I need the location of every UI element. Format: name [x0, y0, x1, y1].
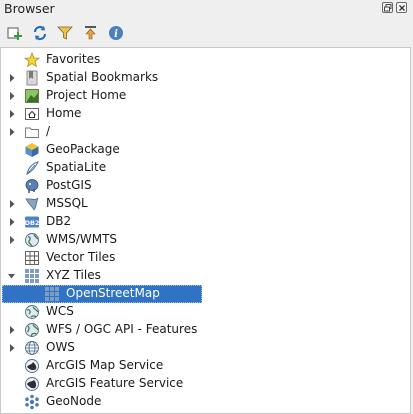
tree-item-label: Project Home [46, 88, 127, 102]
tree-item-label: Vector Tiles [46, 250, 116, 264]
tree-item-label: ArcGIS Map Service [46, 358, 164, 372]
arcgis-feature-icon [25, 377, 39, 391]
tree-item[interactable]: MSSQL [1, 195, 410, 213]
tree-item-label: Favorites [46, 52, 101, 66]
tree-item[interactable]: WFS / OGC API - Features [1, 321, 410, 339]
mssql-icon [25, 197, 39, 211]
float-panel-button[interactable] [382, 2, 393, 13]
expand-arrow-right-icon[interactable] [7, 325, 16, 335]
wfs-globe-icon [25, 323, 39, 337]
tree-item-label: WCS [46, 304, 74, 318]
tree-item[interactable]: PostGIS [1, 177, 410, 195]
collapse-all-icon [85, 26, 96, 40]
wcs-globe-icon [25, 305, 39, 319]
tree-item-label: MSSQL [46, 196, 88, 210]
tree-item[interactable]: Favorites [1, 51, 410, 69]
tree-item-label: WFS / OGC API - Features [46, 322, 198, 336]
ows-globe-icon [25, 341, 39, 355]
tree-item-label: GeoNode [46, 394, 102, 408]
tree-item-label: Spatial Bookmarks [46, 70, 159, 84]
tree-item-label: SpatiaLite [46, 160, 107, 174]
xyz-tiles-icon [25, 269, 39, 283]
tree-item[interactable]: GeoPackage [1, 141, 410, 159]
tree-item-label: / [46, 124, 51, 138]
tile-grid-icon [45, 287, 59, 301]
tree-item-label: OpenStreetMap [66, 286, 160, 300]
tree-item-label: ArcGIS Feature Service [46, 376, 184, 390]
tree-item-label: PostGIS [46, 178, 92, 192]
expand-arrow-right-icon[interactable] [7, 199, 16, 209]
svg-text:i: i [114, 29, 118, 40]
panel-titlebar: Browser [0, 0, 413, 18]
postgis-icon [25, 179, 39, 193]
expand-arrow-right-icon[interactable] [7, 343, 16, 353]
geopackage-icon [25, 143, 39, 157]
tree-item[interactable]: ArcGIS Map Service [1, 357, 410, 375]
expand-arrow-right-icon[interactable] [7, 217, 16, 227]
expand-arrow-right-icon[interactable] [7, 127, 16, 137]
tree-item-label: DB2 [46, 214, 72, 228]
tree-item[interactable]: Vector Tiles [1, 249, 410, 267]
tree-item[interactable]: Project Home [1, 87, 410, 105]
expand-arrow-right-icon[interactable] [7, 73, 16, 83]
tree-item[interactable]: / [1, 123, 410, 141]
tree-item[interactable]: DB2 DB2 [1, 213, 410, 231]
refresh-icon [33, 25, 47, 41]
tree-item-label: OWS [46, 340, 75, 354]
browser-toolbar: i [0, 20, 413, 46]
vector-tiles-icon [25, 251, 39, 265]
geonode-icon [25, 394, 39, 410]
filter-icon [57, 26, 73, 40]
tree-item[interactable]: Spatial Bookmarks [1, 69, 410, 87]
tree-item[interactable]: GeoNode [1, 393, 410, 411]
add-layer-icon [7, 27, 22, 40]
tree-item[interactable]: WCS [1, 303, 410, 321]
tree-item-label: Home [46, 106, 82, 120]
refresh-button[interactable] [30, 23, 50, 43]
tree-item-label: GeoPackage [46, 142, 120, 156]
close-panel-button[interactable] [396, 2, 407, 13]
browser-tree: Favorites Spatial Bookmarks Project Home Ho… [0, 47, 411, 414]
bookmark-icon [26, 70, 38, 86]
collapse-all-button[interactable] [81, 23, 101, 43]
tree-item-label: XYZ Tiles [46, 268, 101, 282]
float-icon [384, 4, 392, 12]
tree-item[interactable]: OWS [1, 339, 410, 357]
expand-arrow-down-icon[interactable] [7, 271, 16, 281]
panel-title: Browser [4, 1, 55, 16]
info-icon: i [109, 26, 123, 40]
home-icon [25, 108, 39, 120]
star-icon [24, 52, 40, 68]
add-layer-button[interactable] [5, 23, 25, 43]
tree-item[interactable]: XYZ Tiles [1, 267, 410, 285]
expand-arrow-right-icon[interactable] [7, 91, 16, 101]
tree-item[interactable]: SpatiaLite [1, 159, 410, 177]
expand-arrow-right-icon[interactable] [7, 109, 16, 119]
tree-item[interactable]: Home [1, 105, 410, 123]
tree-item[interactable]: ArcGIS Feature Service [1, 375, 410, 393]
svg-text:DB2: DB2 [25, 219, 40, 227]
tree-item-label: WMS/WMTS [46, 232, 118, 246]
folder-icon [25, 127, 39, 138]
close-icon [399, 5, 405, 11]
expand-arrow-right-icon[interactable] [7, 235, 16, 245]
wms-globe-icon [25, 233, 39, 247]
properties-button[interactable]: i [106, 23, 126, 43]
tree-item[interactable]: OpenStreetMap [1, 285, 410, 303]
project-home-icon [25, 89, 39, 103]
arcgis-map-icon [25, 359, 39, 373]
filter-button[interactable] [55, 23, 75, 43]
db2-icon: DB2 [25, 216, 40, 228]
tree-item[interactable]: WMS/WMTS [1, 231, 410, 249]
spatialite-icon [26, 161, 39, 175]
